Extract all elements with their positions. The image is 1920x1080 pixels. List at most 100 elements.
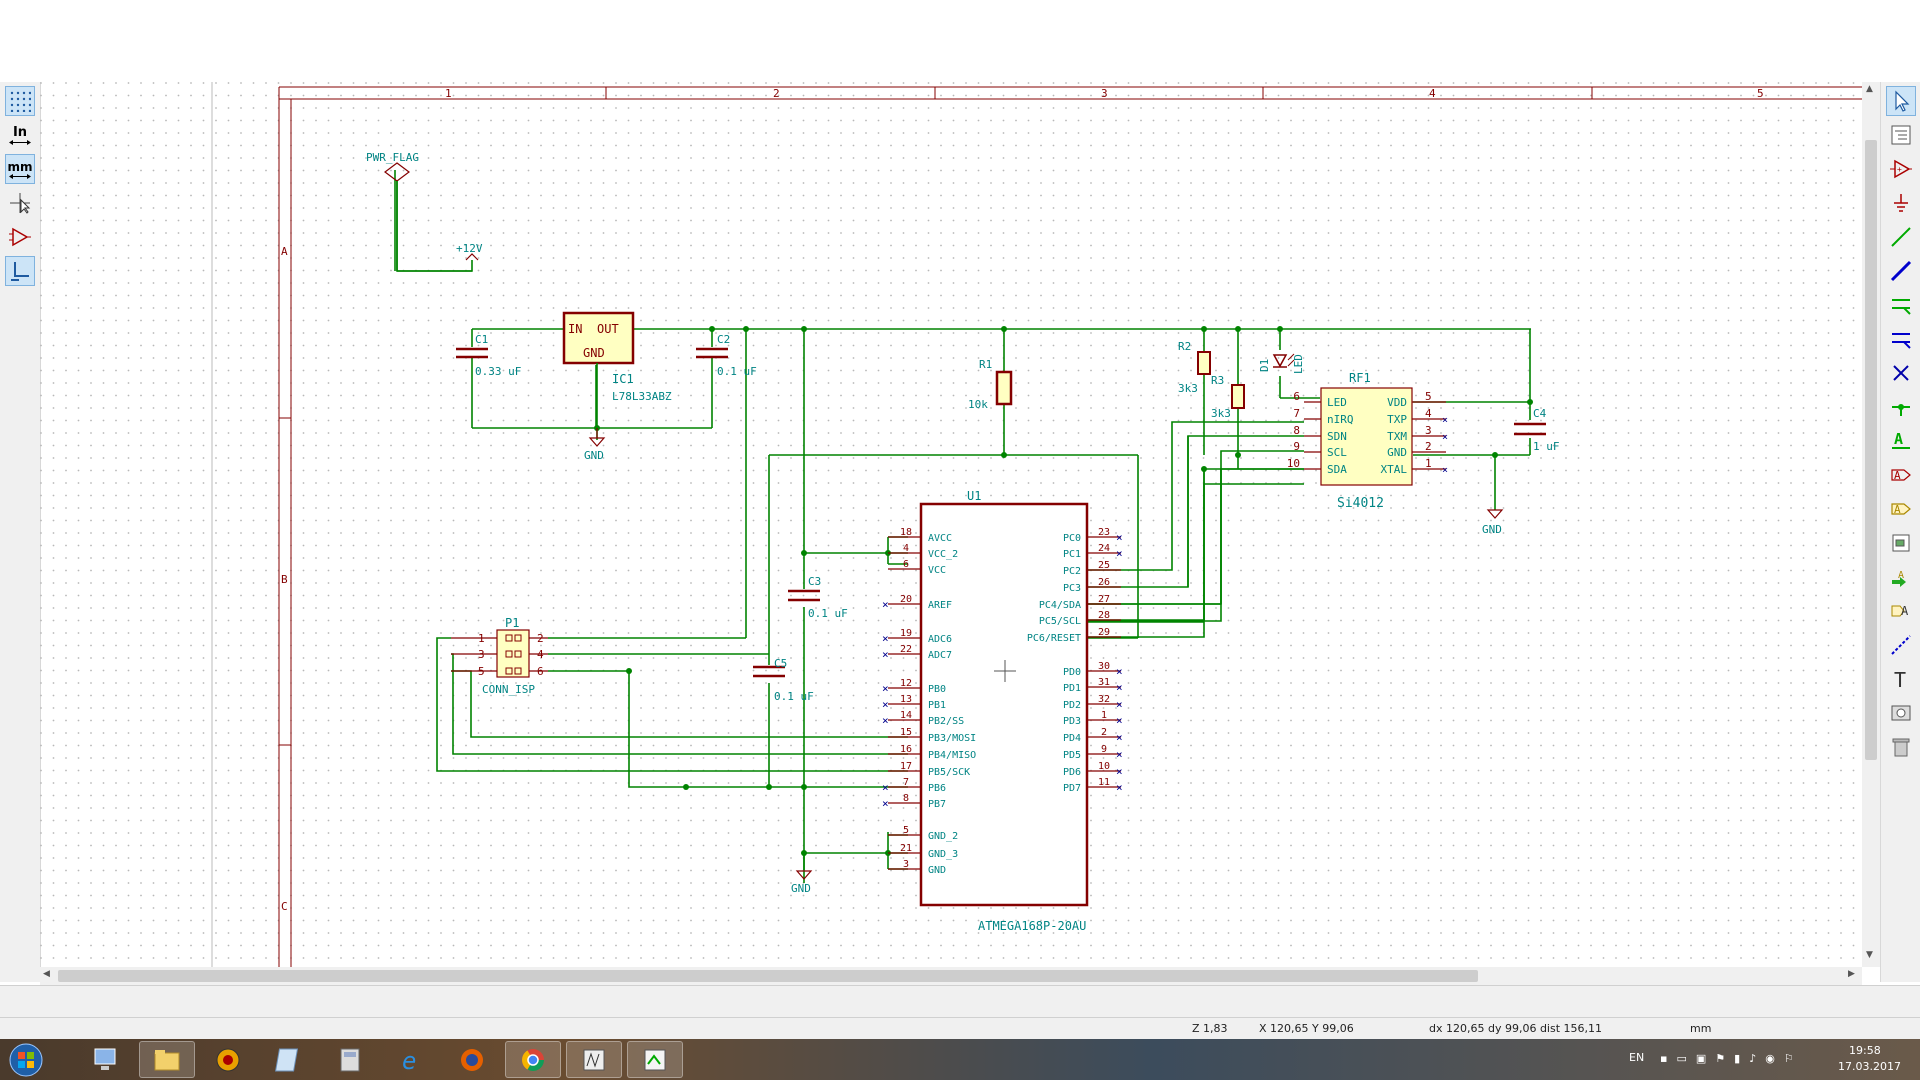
- absolute-coords: X 120,65 Y 99,06: [1259, 1022, 1354, 1035]
- horizontal-scrollbar[interactable]: ◀ ▶: [40, 967, 1862, 985]
- u1-pin-name: GND: [928, 865, 946, 876]
- u1-pin-num: 16: [900, 744, 912, 755]
- add-junction-icon[interactable]: [1886, 392, 1916, 422]
- scroll-down-arrow-icon[interactable]: ▼: [1866, 950, 1873, 960]
- scroll-right-arrow-icon[interactable]: ▶: [1848, 969, 1855, 979]
- taskbar-eeschema[interactable]: [627, 1041, 683, 1078]
- u1-pin-name: PB4/MISO: [928, 750, 976, 761]
- no-connect-mark: ×: [1116, 531, 1123, 544]
- u1-pin-name: VCC_2: [928, 549, 958, 560]
- shield-tray-icon[interactable]: ◉: [1765, 1052, 1775, 1065]
- scroll-up-arrow-icon[interactable]: ▲: [1866, 84, 1873, 94]
- plus12v-label: +12V: [456, 242, 483, 255]
- select-arrow-icon[interactable]: [1886, 86, 1916, 116]
- taskbar-explorer[interactable]: [139, 1041, 195, 1078]
- volume-tray-icon[interactable]: ♪: [1749, 1052, 1756, 1065]
- horizontal-scroll-thumb[interactable]: [58, 970, 1478, 982]
- network-tray-icon[interactable]: ▮: [1734, 1052, 1740, 1065]
- device-tray-icon[interactable]: ▣: [1696, 1052, 1706, 1065]
- language-indicator[interactable]: EN: [1629, 1051, 1644, 1064]
- p1-pin-num: 4: [537, 648, 544, 661]
- add-wire-icon[interactable]: [1886, 222, 1916, 252]
- no-connect-icon[interactable]: [1886, 358, 1916, 388]
- add-sheet-pin-icon[interactable]: A: [1886, 596, 1916, 626]
- no-connect-mark: ×: [1116, 665, 1123, 678]
- action-center-icon[interactable]: ⚐: [1784, 1052, 1794, 1065]
- hierarchy-navigator-icon[interactable]: [1886, 120, 1916, 150]
- add-text-icon[interactable]: T: [1886, 664, 1916, 694]
- flag-tray-icon[interactable]: ⚑: [1715, 1052, 1725, 1065]
- u1-pin-name: PC4/SDA: [1039, 600, 1081, 611]
- u1-pin-name: PD3: [1063, 716, 1081, 727]
- add-hier-label-icon[interactable]: A: [1886, 494, 1916, 524]
- rf1-pin-name: nIRQ: [1327, 413, 1354, 426]
- grid-toggle-icon[interactable]: [5, 86, 35, 116]
- no-connect-mark: ×: [882, 648, 889, 661]
- add-component-icon[interactable]: +: [1886, 154, 1916, 184]
- wire-bus-entry-icon[interactable]: [1886, 290, 1916, 320]
- add-hier-sheet-icon[interactable]: [1886, 528, 1916, 558]
- taskbar-ie[interactable]: e: [383, 1041, 439, 1078]
- c2-ref: C2: [717, 333, 730, 346]
- svg-text:e: e: [402, 1047, 416, 1074]
- monitor-tray-icon[interactable]: ▭: [1676, 1052, 1686, 1065]
- start-button[interactable]: [0, 1041, 52, 1078]
- u1-pin-name: AVCC: [928, 533, 952, 544]
- u1-pin-name: PD5: [1063, 750, 1081, 761]
- taskbar-firefox[interactable]: [444, 1041, 500, 1078]
- vertical-scrollbar[interactable]: ▲ ▼: [1862, 82, 1880, 967]
- ic1-pin-gnd: GND: [583, 346, 605, 360]
- u1-pin-name: PB1: [928, 700, 946, 711]
- gnd-label-2: GND: [1482, 523, 1502, 536]
- u1-pin-name: PB3/MOSI: [928, 733, 976, 744]
- u1-pin-name: GND_3: [928, 849, 958, 860]
- r2-value: 3k3: [1178, 382, 1198, 395]
- scroll-left-arrow-icon[interactable]: ◀: [43, 969, 50, 979]
- taskbar-calculator[interactable]: [322, 1041, 378, 1078]
- u1-pin-name: ADC6: [928, 634, 952, 645]
- units-readout: mm: [1690, 1022, 1712, 1035]
- ic1-pin-out: OUT: [597, 322, 619, 336]
- add-net-label-icon[interactable]: A: [1886, 426, 1916, 456]
- taskbar-app3[interactable]: [200, 1041, 256, 1078]
- u1-pin-num: 21: [900, 843, 912, 854]
- clock-time[interactable]: 19:58: [1849, 1044, 1881, 1057]
- u1-pin-name: PD6: [1063, 767, 1081, 778]
- add-bus-icon[interactable]: [1886, 256, 1916, 286]
- add-power-icon[interactable]: [1886, 188, 1916, 218]
- rf1-pin-num: 3: [1425, 424, 1432, 437]
- no-connect-mark: ×: [882, 632, 889, 645]
- svg-text:A: A: [1894, 469, 1901, 482]
- cursor-shape-icon[interactable]: [5, 188, 35, 218]
- pdf-tray-icon[interactable]: ▪: [1660, 1052, 1667, 1065]
- hidden-pins-icon[interactable]: [5, 222, 35, 252]
- bus-bus-entry-icon[interactable]: [1886, 324, 1916, 354]
- taskbar-chrome[interactable]: [505, 1041, 561, 1078]
- r1-value: 10k: [968, 398, 988, 411]
- import-sheet-pin-icon[interactable]: A: [1886, 562, 1916, 592]
- taskbar-app4[interactable]: [261, 1041, 317, 1078]
- taskbar-kicad-1[interactable]: [566, 1041, 622, 1078]
- clock-date[interactable]: 17.03.2017: [1838, 1060, 1901, 1073]
- no-connect-mark: ×: [1116, 681, 1123, 694]
- kicad-icon: [583, 1049, 605, 1070]
- inch-units-button[interactable]: In: [5, 120, 35, 150]
- zoom-readout: Z 1,83: [1192, 1022, 1228, 1035]
- u1-pin-num: 1: [1101, 710, 1107, 721]
- u1-pin-name: PC1: [1063, 549, 1081, 560]
- delete-trash-icon[interactable]: [1886, 732, 1916, 762]
- add-image-icon[interactable]: [1886, 698, 1916, 728]
- add-global-label-icon[interactable]: A: [1886, 460, 1916, 490]
- firefox-icon: [461, 1048, 483, 1071]
- wire-angle-icon[interactable]: [5, 256, 35, 286]
- sheet-row-label: C: [281, 900, 288, 913]
- mm-units-button[interactable]: mm: [5, 154, 35, 184]
- u1-pin-num: 9: [1101, 744, 1107, 755]
- u1-value: ATMEGA168P-20AU: [978, 919, 1086, 933]
- taskbar-computer[interactable]: [78, 1041, 134, 1078]
- c3-ref: C3: [808, 575, 821, 588]
- schematic-canvas[interactable]: 12345ABC PWR_FLAG +12V C1 0.33 uF IN OUT…: [40, 82, 1880, 967]
- add-graphic-line-icon[interactable]: [1886, 630, 1916, 660]
- svg-text:T: T: [1894, 668, 1906, 690]
- vertical-scroll-thumb[interactable]: [1865, 140, 1877, 760]
